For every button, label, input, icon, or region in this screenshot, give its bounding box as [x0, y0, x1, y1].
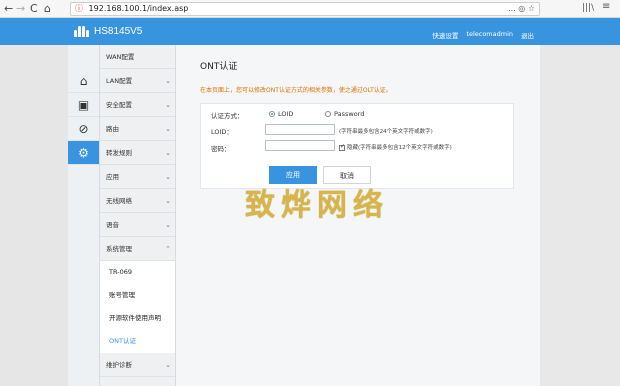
sidebar-item-label: LAN配置	[106, 77, 133, 85]
user-name: telecomadmin	[466, 30, 513, 38]
page-background	[540, 45, 620, 386]
sidebar-item-security[interactable]: 安全配置 ⌄	[100, 93, 175, 117]
sidebar-item-label: 应用	[106, 173, 119, 181]
password-option-label: Password	[334, 110, 365, 118]
sidebar-subitem-tr069[interactable]: TR-069	[100, 261, 175, 284]
sidebar-item-label: 语音	[106, 221, 119, 229]
hide-password-option[interactable]: 隐藏(字符串最多包含12个英文字符或数字)	[339, 143, 452, 151]
hide-password-label: 隐藏(字符串最多包含12个英文字符或数字)	[347, 145, 452, 151]
shield-icon[interactable]: ◎	[518, 4, 525, 13]
sidebar-subitem-opensource[interactable]: 开源软件使用声明	[100, 307, 175, 330]
sidebar: WAN配置 LAN配置 ⌄ 安全配置 ⌄ 路由 ⌄ 转发规则 ⌄ 应用 ⌄ 无线网络 ⌄ 语…	[100, 45, 176, 386]
sidebar-subitem-ont-auth[interactable]: ONT认证	[100, 330, 175, 353]
browser-toolbar: ← → C ⌂ ⓘ 192.168.100.1/index.asp ... ◎ …	[0, 0, 620, 18]
back-icon[interactable]: ←	[4, 2, 13, 15]
sidebar-item-label: 路由	[106, 125, 119, 133]
reload-icon[interactable]: C	[30, 2, 38, 15]
sidebar-item-label: 安全配置	[106, 101, 132, 109]
loid-input[interactable]	[265, 124, 335, 135]
sidebar-item-diagnosis[interactable]: 维护诊断 ⌄	[100, 353, 175, 377]
chevron-down-icon: ⌄	[165, 149, 171, 157]
url-text: 192.168.100.1/index.asp	[88, 4, 189, 13]
more-icon[interactable]: ...	[508, 4, 516, 13]
watermark: 致烨网络	[245, 188, 389, 223]
sidebar-item-label: 无线网络	[106, 197, 132, 205]
sidebar-item-lan[interactable]: LAN配置 ⌄	[100, 69, 175, 93]
security-nav-icon[interactable]: ▣	[68, 93, 99, 117]
info-icon[interactable]: ⓘ	[75, 4, 83, 13]
model-name: HS8145V5	[94, 25, 143, 37]
password-label: 密码：	[211, 145, 231, 153]
settings-nav-icon[interactable]: ⚙	[68, 141, 99, 165]
menu-icon[interactable]: ≡	[602, 1, 610, 12]
sidebar-subitem-account[interactable]: 账号管理	[100, 284, 175, 307]
loid-radio[interactable]	[269, 111, 275, 117]
page-description: 在本页面上，您可以修改ONT认证方式的相关参数，使之通过OLT认证。	[200, 87, 392, 94]
auth-mode-label: 认证方式：	[211, 112, 244, 120]
sidebar-item-wan[interactable]: WAN配置	[100, 45, 175, 69]
loid-hint: (字符串最多包含24个英文字符或数字)	[339, 129, 433, 135]
library-icon[interactable]: |||\	[582, 3, 594, 13]
sidebar-item-system[interactable]: 系统管理 ⌃	[100, 237, 175, 261]
chevron-up-icon: ⌃	[165, 245, 171, 253]
sidebar-item-label: 系统管理	[106, 245, 132, 253]
sidebar-item-label: WAN配置	[106, 53, 135, 61]
loid-label: LOID：	[211, 128, 233, 136]
home-nav-icon[interactable]: ⌂	[68, 69, 99, 93]
huawei-logo-icon	[74, 25, 90, 37]
sidebar-item-label: 维护诊断	[106, 361, 132, 369]
loid-option-label: LOID	[278, 110, 294, 118]
chevron-down-icon: ⌄	[165, 125, 171, 133]
loid-radio-option[interactable]: LOID	[269, 110, 293, 118]
sidebar-item-forwarding[interactable]: 转发规则 ⌄	[100, 141, 175, 165]
ont-auth-form: 认证方式： LOID Password LOID： (字符串最多包含24个英文字…	[200, 103, 514, 189]
password-input[interactable]	[265, 140, 335, 151]
chevron-down-icon: ⌄	[165, 361, 171, 369]
header-links: 快速设置 telecomadmin 退出	[432, 30, 534, 40]
password-radio[interactable]	[325, 111, 331, 117]
sidebar-item-voice[interactable]: 语音 ⌄	[100, 213, 175, 237]
hide-password-checkbox[interactable]	[339, 143, 345, 151]
forward-icon[interactable]: →	[16, 2, 25, 15]
page-title: ONT认证	[200, 62, 238, 72]
routing-nav-icon[interactable]: ⊘	[68, 117, 99, 141]
chevron-down-icon: ⌄	[165, 197, 171, 205]
logo: HS8145V5	[74, 25, 142, 37]
sidebar-item-route[interactable]: 路由 ⌄	[100, 117, 175, 141]
chevron-down-icon: ⌄	[165, 77, 171, 85]
home-icon[interactable]: ⌂	[44, 2, 51, 15]
logout-link[interactable]: 退出	[521, 30, 534, 40]
address-bar[interactable]: ⓘ 192.168.100.1/index.asp ... ◎ ☆	[70, 2, 540, 16]
chevron-down-icon: ⌄	[165, 221, 171, 229]
sidebar-item-label: 转发规则	[106, 149, 132, 157]
chevron-down-icon: ⌄	[165, 173, 171, 181]
icon-rail: ⌂ ▣ ⊘ ⚙	[68, 45, 100, 386]
sidebar-item-application[interactable]: 应用 ⌄	[100, 165, 175, 189]
sidebar-item-wireless[interactable]: 无线网络 ⌄	[100, 189, 175, 213]
password-radio-option[interactable]: Password	[325, 110, 364, 118]
bookmark-icon[interactable]: ☆	[528, 4, 535, 13]
quick-setup-link[interactable]: 快速设置	[432, 30, 458, 40]
chevron-down-icon: ⌄	[165, 101, 171, 109]
